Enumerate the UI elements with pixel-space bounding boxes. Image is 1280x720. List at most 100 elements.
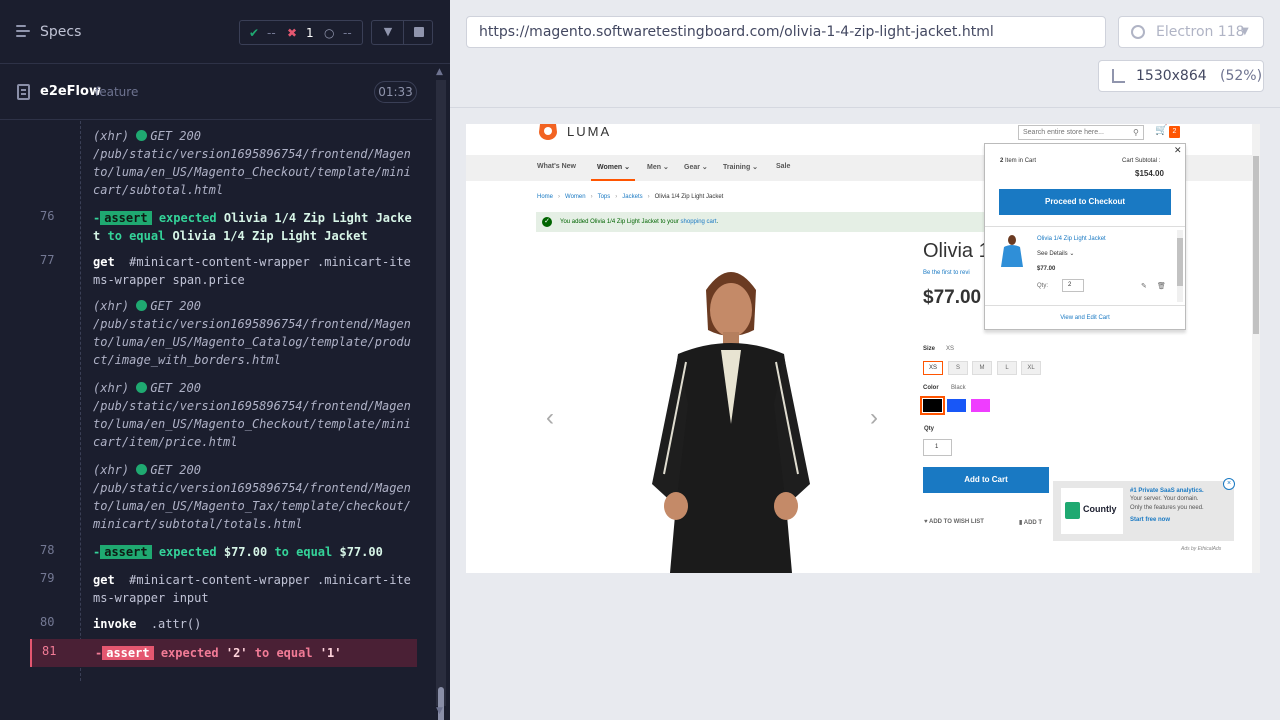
assert-badge: assert (102, 646, 154, 660)
command-row[interactable]: (xhr) GET 200/pub/static/version16958967… (30, 461, 417, 537)
view-edit-cart-link[interactable]: View and Edit Cart (985, 315, 1185, 321)
app-under-test-frame[interactable]: LUMA Search entire store here... ⚲ 🛒 2 Wh… (466, 124, 1260, 573)
assert-text: expected (158, 545, 217, 559)
runner-header: Specs ✔ -- ✖ 1 ○ -- ▼ (0, 0, 450, 64)
size-option[interactable]: M (972, 361, 992, 375)
breadcrumb-jackets[interactable]: Jackets (622, 194, 642, 200)
breadcrumb: Home › Women › Tops › Jackets › Olivia 1/4 Zip L… (537, 194, 724, 200)
item-qty-input[interactable]: 2 (1062, 279, 1084, 292)
product-title: Olivia 1 (923, 240, 990, 262)
countly-logo-icon (1065, 502, 1080, 519)
nav-whats-new[interactable]: What's New (537, 163, 576, 170)
command-log-scrollbar[interactable]: ▲ ▼ (432, 64, 450, 720)
nav-gear[interactable]: Gear ⌄ (684, 163, 708, 171)
failed-command-row[interactable]: 81 - assert expected '2' to equal '1' (30, 639, 417, 667)
specs-list-icon[interactable] (16, 25, 32, 39)
command-row[interactable]: 76 - assert expected Olivia 1/4 Zip Light… (30, 209, 417, 245)
add-to-compare-link[interactable]: ▮ ADD T (1019, 519, 1042, 526)
chevron-left-icon[interactable]: ‹ (546, 404, 554, 432)
ad-cta-link[interactable]: Start free now (1130, 517, 1170, 523)
shopping-cart-link[interactable]: shopping cart (681, 219, 717, 225)
close-icon[interactable]: ✕ (1174, 145, 1182, 156)
command-row[interactable]: 80 invoke .attr() (30, 615, 417, 635)
assert-text: expected (158, 211, 217, 225)
size-option[interactable]: XS (923, 361, 943, 375)
qty-input[interactable]: 1 (923, 439, 952, 456)
review-link[interactable]: Be the first to revi (923, 270, 970, 276)
close-icon[interactable]: × (1223, 478, 1235, 490)
command-number: 79 (40, 571, 55, 585)
command-row[interactable]: (xhr) GET 200/pub/static/version16958967… (30, 127, 417, 203)
command-row[interactable]: 79 get #minicart-content-wrapper .minica… (30, 571, 417, 607)
breadcrumb-home[interactable]: Home (537, 194, 553, 200)
product-image (652, 272, 810, 573)
breadcrumb-women[interactable]: Women (565, 194, 586, 200)
command-number: 78 (40, 543, 55, 557)
nav-sale[interactable]: Sale (776, 163, 790, 170)
item-price: $77.00 (1037, 266, 1056, 272)
color-swatch-pink[interactable] (971, 399, 990, 412)
specs-label[interactable]: Specs (40, 24, 81, 40)
color-swatch-black[interactable] (920, 396, 945, 415)
add-to-cart-button[interactable]: Add to Cart (923, 467, 1049, 493)
nav-men[interactable]: Men ⌄ (647, 163, 669, 171)
command-row[interactable]: (xhr) GET 200/pub/static/version16958967… (30, 379, 417, 455)
size-option[interactable]: S (948, 361, 968, 375)
item-name-link[interactable]: Olivia 1/4 Zip Light Jacket (1037, 236, 1106, 242)
assert-value: '2' (225, 646, 248, 660)
ruler-icon (1112, 69, 1125, 83)
search-icon[interactable]: ⚲ (1133, 126, 1139, 139)
command-name: get (93, 573, 115, 587)
pending-icon: ○ (324, 26, 335, 40)
document-icon (17, 84, 30, 100)
ad-banner[interactable]: × Countly #1 Private SaaS analytics. You… (1053, 478, 1235, 541)
nav-training[interactable]: Training ⌄ (723, 163, 758, 171)
command-selector: .attr() (150, 617, 202, 631)
test-stats: ✔ -- ✖ 1 ○ -- (239, 20, 363, 45)
see-details-toggle[interactable]: See Details ⌄ (1037, 250, 1074, 257)
xhr-method: GET 200 (150, 129, 201, 143)
item-thumbnail (1001, 235, 1023, 267)
xhr-method: GET 200 (150, 299, 201, 313)
ad-brand: Countly (1083, 504, 1117, 514)
proceed-to-checkout-button[interactable]: Proceed to Checkout (999, 189, 1171, 215)
run-controls: ▼ (371, 20, 433, 45)
command-row[interactable]: 77 get #minicart-content-wrapper .minica… (30, 253, 417, 289)
command-row[interactable]: 78 - assert expected $77.00 to equal $77.… (30, 543, 417, 563)
spec-header: e2eFlow feature 01:33 (0, 64, 432, 120)
status-dot-icon (136, 382, 148, 393)
size-option[interactable]: L (997, 361, 1017, 375)
qty-label: Qty (924, 426, 935, 432)
nav-women[interactable]: Women ⌄ (597, 163, 630, 171)
page-scrollbar[interactable] (1252, 124, 1260, 573)
xhr-url: /pub/static/version1695896754/frontend/M… (93, 481, 411, 531)
breadcrumb-tops[interactable]: Tops (598, 194, 611, 200)
cart-icon[interactable]: 🛒 (1155, 125, 1167, 136)
viewport-info[interactable]: 1530x864 (52%) (1098, 60, 1264, 92)
size-label: Size (923, 346, 936, 352)
chevron-right-icon[interactable]: › (870, 404, 878, 432)
stop-icon[interactable] (414, 27, 424, 37)
check-icon: ✓ (542, 217, 552, 227)
product-gallery: ‹ › (546, 244, 896, 573)
ad-logo: Countly (1061, 488, 1123, 534)
command-row[interactable]: (xhr) GET 200/pub/static/version16958967… (30, 297, 417, 373)
add-to-wishlist-link[interactable]: ♥ ADD TO WISH LIST (924, 519, 984, 525)
assert-text: to equal (274, 545, 333, 559)
scroll-up-icon[interactable]: ▲ (436, 67, 443, 77)
minicart-scrollbar[interactable] (1177, 230, 1183, 302)
scroll-down-icon[interactable]: ▼ (436, 706, 443, 716)
status-dot-icon (136, 300, 148, 311)
search-input[interactable]: Search entire store here... ⚲ (1018, 125, 1144, 140)
chevron-down-icon[interactable]: ▼ (380, 23, 396, 41)
trash-icon[interactable]: 🗑 (1157, 282, 1166, 290)
url-bar[interactable]: https://magento.softwaretestingboard.com… (466, 16, 1106, 48)
xhr-label: (xhr) (93, 299, 137, 313)
edit-pencil-icon[interactable]: ✎ (1141, 282, 1147, 290)
spec-duration: 01:33 (374, 81, 417, 103)
browser-selector[interactable]: Electron 118 ▼ (1118, 16, 1264, 48)
assert-text: to equal (254, 646, 313, 660)
color-swatch-blue[interactable] (947, 399, 966, 412)
size-option[interactable]: XL (1021, 361, 1041, 375)
command-number: 77 (40, 253, 55, 267)
